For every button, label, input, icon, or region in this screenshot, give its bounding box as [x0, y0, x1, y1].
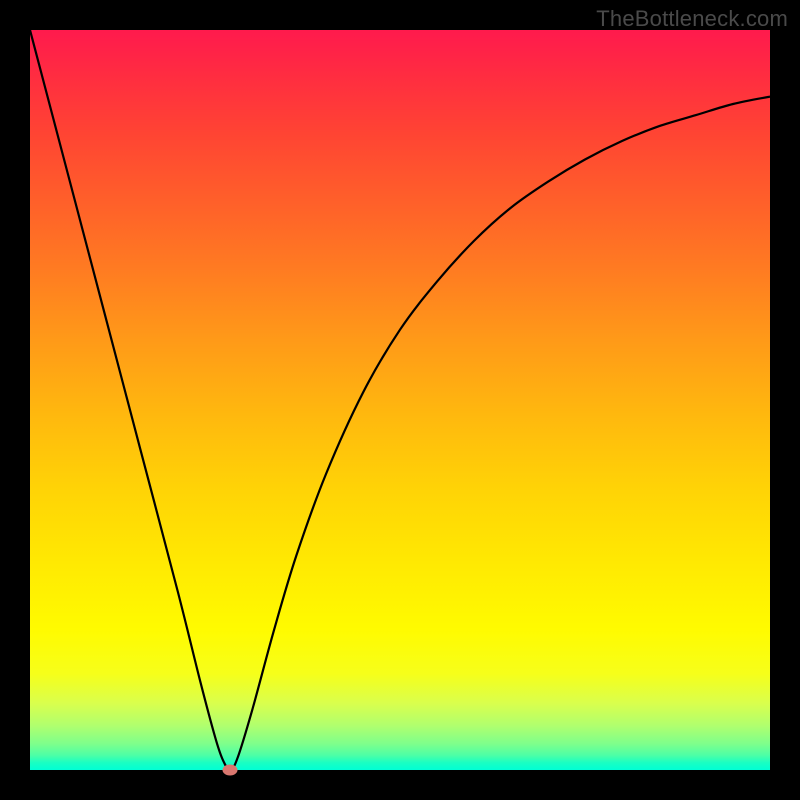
chart-frame: TheBottleneck.com	[0, 0, 800, 800]
bottleneck-curve	[30, 30, 770, 770]
minimum-marker	[222, 765, 237, 776]
attribution-label: TheBottleneck.com	[596, 6, 788, 32]
plot-area	[30, 30, 770, 770]
